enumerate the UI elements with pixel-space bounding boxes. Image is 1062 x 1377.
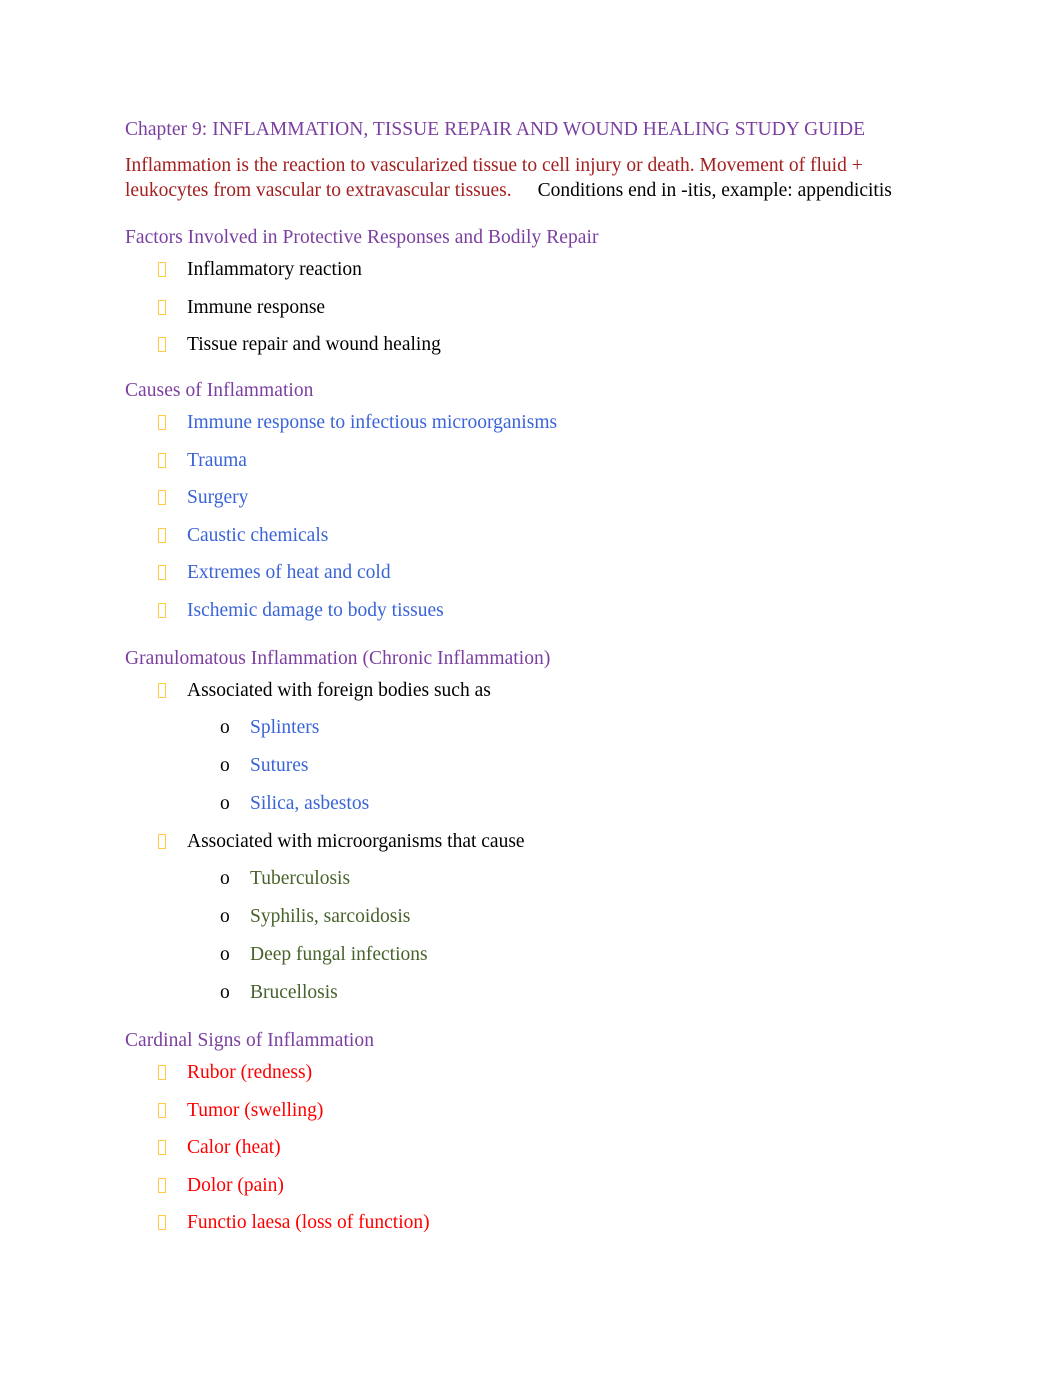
sublist-item: o Tuberculosis [187, 868, 937, 890]
list-item: Associated with microorganisms that caus… [125, 831, 937, 1005]
circle-marker-icon: o [220, 982, 230, 1003]
list-granulomatous: Associated with foreign bodies such as o… [125, 680, 937, 1005]
document-page: Chapter 9: INFLAMMATION, TISSUE REPAIR A… [0, 0, 1062, 1377]
bullet-box-icon [158, 1215, 166, 1230]
section-heading-granulomatous: Granulomatous Inflammation (Chronic Infl… [125, 647, 551, 669]
sublist-item-label: Tuberculosis [250, 868, 351, 889]
page-title: Chapter 9: INFLAMMATION, TISSUE REPAIR A… [125, 119, 866, 140]
list-item-label: Immune response to infectious microorgan… [187, 412, 558, 433]
list-item-label: Functio laesa (loss of function) [187, 1212, 430, 1233]
bullet-box-icon [158, 1177, 166, 1193]
list-item-label: Dolor (pain) [187, 1174, 284, 1196]
sublist-foreign-bodies: o Splinters o Sutures o Silica, asbestos [187, 717, 937, 815]
document-body: Chapter 9: INFLAMMATION, TISSUE REPAIR A… [125, 118, 937, 1234]
bullet-box-icon [158, 565, 166, 580]
bullet-box-icon [158, 262, 166, 277]
list-item: Immune response to infectious microorgan… [125, 412, 937, 434]
list-item: Extremes of heat and cold [125, 562, 937, 584]
list-item-label: Inflammatory reaction [187, 259, 362, 280]
list-item: Calor (heat) [125, 1137, 937, 1159]
bullet-box-icon [158, 337, 166, 352]
list-item-label: Associated with microorganisms that caus… [187, 830, 525, 852]
list-item: Rubor (redness) [125, 1062, 937, 1084]
list-item: Tumor (swelling) [125, 1100, 937, 1122]
sublist-item-label: Syphilis, sarcoidosis [250, 906, 411, 927]
intro-paragraph: Inflammation is the reaction to vascular… [125, 153, 915, 203]
sublist-item: o Deep fungal infections [187, 944, 937, 966]
circle-marker-icon: o [220, 906, 230, 927]
list-item-label: Associated with foreign bodies such as [187, 679, 491, 701]
bullet-box-icon [158, 682, 166, 698]
bullet-box-icon [158, 415, 166, 430]
bullet-box-icon [158, 1140, 166, 1155]
sublist-microorganisms: o Tuberculosis o Syphilis, sarcoidosis o… [187, 868, 937, 1004]
intro-tail-text: Conditions end in -itis, example: append… [537, 180, 892, 201]
bullet-box-icon [158, 1102, 166, 1118]
list-item-label: Surgery [187, 487, 249, 508]
list-item-label: Tissue repair and wound healing [187, 334, 441, 355]
section-heading-factors: Factors Involved in Protective Responses… [125, 227, 599, 248]
list-item-label: Calor (heat) [187, 1137, 281, 1158]
sublist-item-label: Sutures [250, 755, 309, 776]
list-item-label: Trauma [187, 449, 247, 471]
list-item-label: Rubor (redness) [187, 1062, 313, 1083]
bullet-box-icon [158, 833, 166, 849]
section-heading-cardinal-signs: Cardinal Signs of Inflammation [125, 1030, 375, 1051]
sublist-item: o Splinters [187, 717, 937, 739]
bullet-box-icon [158, 490, 166, 505]
list-item: Caustic chemicals [125, 525, 937, 547]
list-item: Surgery [125, 487, 937, 509]
list-item: Immune response [125, 297, 937, 319]
bullet-box-icon [158, 602, 166, 618]
list-item-label: Ischemic damage to body tissues [187, 599, 444, 621]
list-item-label: Tumor (swelling) [187, 1099, 324, 1121]
list-factors: Inflammatory reaction Immune response Ti… [125, 259, 937, 356]
bullet-box-icon [158, 452, 166, 468]
list-item: Inflammatory reaction [125, 259, 937, 281]
list-item: Tissue repair and wound healing [125, 334, 937, 356]
sublist-item: o Sutures [187, 755, 937, 777]
sublist-item-label: Deep fungal infections [250, 944, 428, 965]
circle-marker-icon: o [220, 717, 230, 738]
list-item-label: Extremes of heat and cold [187, 562, 391, 583]
circle-marker-icon: o [220, 755, 230, 776]
circle-marker-icon: o [220, 944, 230, 965]
bullet-box-icon [158, 527, 166, 543]
list-item: Trauma [125, 450, 937, 472]
sublist-item-label: Silica, asbestos [250, 793, 370, 814]
list-item: Ischemic damage to body tissues [125, 600, 937, 622]
list-item: Associated with foreign bodies such as o… [125, 680, 937, 816]
circle-marker-icon: o [220, 793, 230, 814]
bullet-box-icon [158, 299, 166, 315]
sublist-item: o Silica, asbestos [187, 793, 937, 815]
list-causes: Immune response to infectious microorgan… [125, 412, 937, 622]
list-item: Functio laesa (loss of function) [125, 1212, 937, 1234]
bullet-box-icon [158, 1065, 166, 1080]
list-item-label: Immune response [187, 296, 326, 318]
list-item: Dolor (pain) [125, 1175, 937, 1197]
list-cardinal-signs: Rubor (redness) Tumor (swelling) Calor (… [125, 1062, 937, 1234]
sublist-item: o Syphilis, sarcoidosis [187, 906, 937, 928]
circle-marker-icon: o [220, 868, 230, 889]
sublist-item-label: Brucellosis [250, 982, 338, 1003]
sublist-item-label: Splinters [250, 717, 320, 738]
list-item-label: Caustic chemicals [187, 524, 329, 546]
section-heading-causes: Causes of Inflammation [125, 380, 314, 401]
sublist-item: o Brucellosis [187, 982, 937, 1004]
